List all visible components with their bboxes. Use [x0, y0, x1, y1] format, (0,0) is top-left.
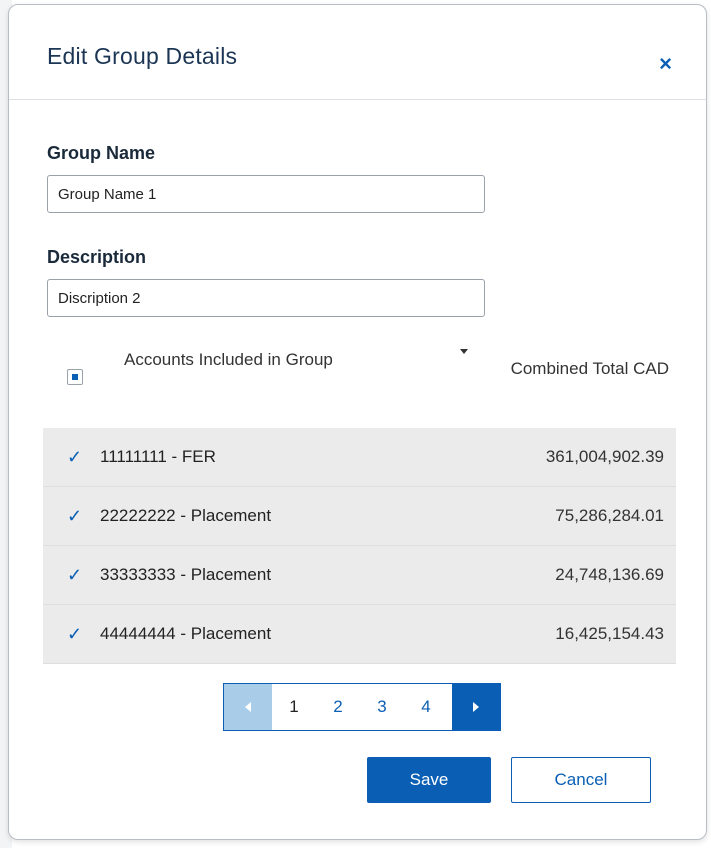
table-row: ✓ 11111111 - FER 361,004,902.39 — [43, 428, 676, 487]
next-page-button[interactable] — [452, 684, 500, 730]
chevron-right-icon — [473, 702, 479, 712]
account-cell: 33333333 - Placement — [100, 565, 272, 584]
description-label: Description — [47, 247, 147, 267]
page-1[interactable]: 1 — [272, 684, 316, 730]
save-button[interactable]: Save — [367, 757, 491, 803]
table-row: ✓ 44444444 - Placement 16,425,154.43 — [43, 605, 676, 664]
row-checkbox[interactable]: ✓ — [67, 624, 82, 645]
column-header-total[interactable]: Combined Total CAD — [511, 359, 669, 379]
select-all-checkbox[interactable] — [67, 369, 83, 385]
indeterminate-icon — [72, 374, 78, 380]
sort-caret-icon[interactable] — [460, 349, 468, 354]
description-input[interactable] — [47, 279, 485, 317]
dialog-title: Edit Group Details — [47, 43, 238, 69]
row-checkbox[interactable]: ✓ — [67, 506, 82, 527]
page-2[interactable]: 2 — [316, 684, 360, 730]
close-icon[interactable]: × — [659, 53, 672, 75]
amount-cell: 75,286,284.01 — [555, 506, 664, 525]
column-header-accounts[interactable]: Accounts Included in Group — [124, 350, 333, 370]
dialog-header: Edit Group Details × — [9, 5, 706, 100]
account-cell: 44444444 - Placement — [100, 624, 272, 643]
cancel-button[interactable]: Cancel — [511, 757, 651, 803]
table-row: ✓ 33333333 - Placement 24,748,136.69 — [43, 546, 676, 605]
edit-group-dialog: Edit Group Details × Group Name Descript… — [8, 4, 707, 840]
row-checkbox[interactable]: ✓ — [67, 565, 82, 586]
group-name-input[interactable] — [47, 175, 485, 213]
row-checkbox[interactable]: ✓ — [67, 447, 82, 468]
chevron-left-icon — [245, 702, 251, 712]
amount-cell: 16,425,154.43 — [555, 624, 664, 643]
group-name-label: Group Name — [47, 143, 156, 163]
page-4[interactable]: 4 — [404, 684, 448, 730]
amount-cell: 24,748,136.69 — [555, 565, 664, 584]
account-cell: 11111111 - FER — [100, 447, 216, 466]
accounts-table: ✓ 11111111 - FER 361,004,902.39 ✓ 222222… — [43, 428, 676, 664]
pagination: 1 2 3 4 — [223, 683, 501, 731]
previous-page-button[interactable] — [224, 684, 272, 730]
account-cell: 22222222 - Placement — [100, 506, 272, 525]
table-row: ✓ 22222222 - Placement 75,286,284.01 — [43, 487, 676, 546]
amount-cell: 361,004,902.39 — [545, 447, 664, 466]
page-3[interactable]: 3 — [360, 684, 404, 730]
